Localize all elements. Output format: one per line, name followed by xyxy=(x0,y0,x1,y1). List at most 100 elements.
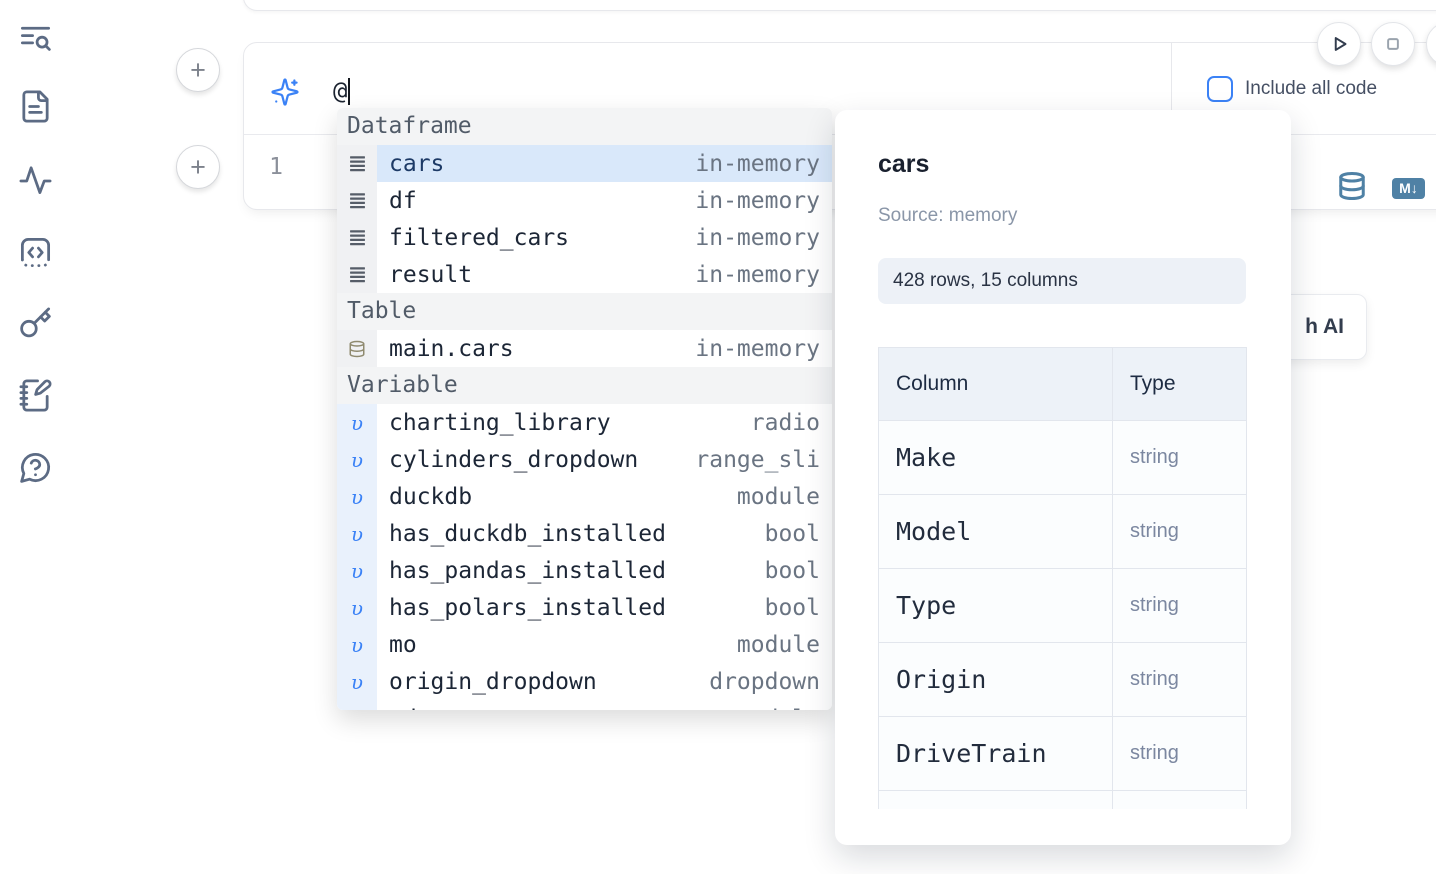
completion-item-name: cars xyxy=(389,151,444,177)
schema-row: Originstring xyxy=(879,643,1247,717)
column-name: Origin xyxy=(879,643,1113,717)
notebook-page: + + @ Include all code 1 M↓ xyxy=(0,0,1436,874)
completion-item-type: in-memory xyxy=(695,262,832,288)
completion-item-body: charting_library radio xyxy=(377,404,832,441)
kind-gutter xyxy=(337,182,377,219)
notebook-pen-icon[interactable] xyxy=(18,378,54,414)
text-search-icon[interactable] xyxy=(18,21,54,57)
schema-column-header: Type xyxy=(1113,348,1247,421)
completion-item-type: bool xyxy=(765,558,832,584)
completion-item-type: in-memory xyxy=(695,336,832,362)
kind-gutter: υ xyxy=(337,589,377,626)
text-cursor xyxy=(348,78,350,105)
completion-item-cylinders_dropdown[interactable]: υ cylinders_dropdownrange_sli xyxy=(337,441,832,478)
completion-item-body: origin_dropdowndropdown xyxy=(377,663,832,700)
completion-item-name: main.cars xyxy=(389,336,514,362)
column-type: string xyxy=(1113,495,1247,569)
kind-gutter xyxy=(337,219,377,256)
completion-section-header: Variable xyxy=(337,367,832,404)
completion-item-body: duckdbmodule xyxy=(377,478,832,515)
variable-icon: υ xyxy=(351,559,363,583)
variable-icon: υ xyxy=(351,448,363,472)
file-text-icon[interactable] xyxy=(18,89,54,125)
completion-item-name: cylinders_dropdown xyxy=(389,447,638,473)
database-icon[interactable] xyxy=(1337,171,1367,201)
completion-item-type: module xyxy=(737,706,832,711)
column-type: string xyxy=(1113,643,1247,717)
completion-item-cars[interactable]: cars in-memory xyxy=(337,145,832,182)
completion-item-name: has_polars_installed xyxy=(389,595,666,621)
completion-item-name: mo xyxy=(389,632,417,658)
column-name: Make xyxy=(879,421,1113,495)
add-cell-button-bottom[interactable]: + xyxy=(176,145,220,189)
column-name: Type xyxy=(879,569,1113,643)
schema-row: DriveTrainstring xyxy=(879,717,1247,791)
completion-item-name: result xyxy=(389,262,472,288)
completion-item-body: result in-memory xyxy=(377,256,832,293)
completion-item-body: has_polars_installedbool xyxy=(377,589,832,626)
line-number: 1 xyxy=(266,154,286,180)
column-name: Model xyxy=(879,495,1113,569)
sparkles-icon xyxy=(270,77,300,107)
completion-item-has_polars_installed[interactable]: υhas_polars_installedbool xyxy=(337,589,832,626)
rows-icon xyxy=(349,192,366,209)
kind-gutter: υ xyxy=(337,663,377,700)
include-all-code-label: Include all code xyxy=(1245,76,1377,102)
database-icon xyxy=(348,340,366,358)
completion-item-has_pandas_installed[interactable]: υ has_pandas_installed bool xyxy=(337,552,832,589)
kind-gutter xyxy=(337,256,377,293)
completion-item-type: dropdown xyxy=(709,669,832,695)
help-circle-icon[interactable] xyxy=(18,450,54,486)
completion-item-body: dfin-memory xyxy=(377,182,832,219)
completion-item-df[interactable]: dfin-memory xyxy=(337,182,832,219)
completion-item-result[interactable]: result in-memory xyxy=(337,256,832,293)
schema-row-partial xyxy=(879,791,1247,810)
rows-icon xyxy=(349,229,366,246)
completion-item-duckdb[interactable]: υduckdbmodule xyxy=(337,478,832,515)
kind-gutter xyxy=(337,330,377,367)
stop-button[interactable] xyxy=(1371,22,1415,66)
completion-item-name: charting_library xyxy=(389,410,611,436)
completion-item-name: has_duckdb_installed xyxy=(389,521,666,547)
ai-prompt-input[interactable]: @ xyxy=(333,74,350,108)
completion-item-name: filtered_cars xyxy=(389,225,569,251)
completion-item-type: radio xyxy=(751,410,832,436)
completion-item-main.cars[interactable]: main.cars in-memory xyxy=(337,330,832,367)
column-type: string xyxy=(1113,421,1247,495)
completion-item-type: in-memory xyxy=(695,151,832,177)
include-all-code-checkbox[interactable] xyxy=(1207,76,1233,102)
completion-item-type: module xyxy=(737,484,832,510)
completion-item-body: main.cars in-memory xyxy=(377,330,832,367)
completion-item-charting_library[interactable]: υcharting_libraryradio xyxy=(337,404,832,441)
column-type: string xyxy=(1113,569,1247,643)
column-name: DriveTrain xyxy=(879,717,1113,791)
add-cell-button-top[interactable]: + xyxy=(176,48,220,92)
schema-row: Modelstring xyxy=(879,495,1247,569)
variable-icon: υ xyxy=(351,707,363,711)
completion-item-has_duckdb_installed[interactable]: υhas_duckdb_installedbool xyxy=(337,515,832,552)
activity-icon[interactable] xyxy=(18,162,54,198)
completion-item-name: has_pandas_installed xyxy=(389,558,666,584)
kind-gutter xyxy=(337,145,377,182)
key-icon[interactable] xyxy=(18,306,54,342)
run-cell-button[interactable] xyxy=(1317,22,1361,66)
completion-item-body: has_pandas_installed bool xyxy=(377,552,832,589)
completion-item-body: filtered_carsin-memory xyxy=(377,219,832,256)
schema-table: ColumnType MakestringModelstringTypestri… xyxy=(878,347,1247,809)
completion-item-body: cylinders_dropdownrange_sli xyxy=(377,441,832,478)
markdown-icon[interactable]: M↓ xyxy=(1392,178,1425,199)
completion-item-pd[interactable]: υpdmodule xyxy=(337,700,832,710)
kind-gutter: υ xyxy=(337,626,377,663)
schema-table-head-row: ColumnType xyxy=(879,348,1247,421)
completion-item-mo[interactable]: υmomodule xyxy=(337,626,832,663)
completion-item-origin_dropdown[interactable]: υ origin_dropdowndropdown xyxy=(337,663,832,700)
variable-icon: υ xyxy=(351,670,363,694)
kind-gutter: υ xyxy=(337,515,377,552)
completion-item-filtered_cars[interactable]: filtered_carsin-memory xyxy=(337,219,832,256)
code-snippet-icon[interactable] xyxy=(18,235,54,271)
prompt-value: @ xyxy=(333,77,347,105)
completion-menu: Dataframecarsin-memorydfin-memoryfiltere… xyxy=(337,108,832,710)
kind-gutter: υ xyxy=(337,552,377,589)
completion-item-body: momodule xyxy=(377,626,832,663)
schema-row: Typestring xyxy=(879,569,1247,643)
